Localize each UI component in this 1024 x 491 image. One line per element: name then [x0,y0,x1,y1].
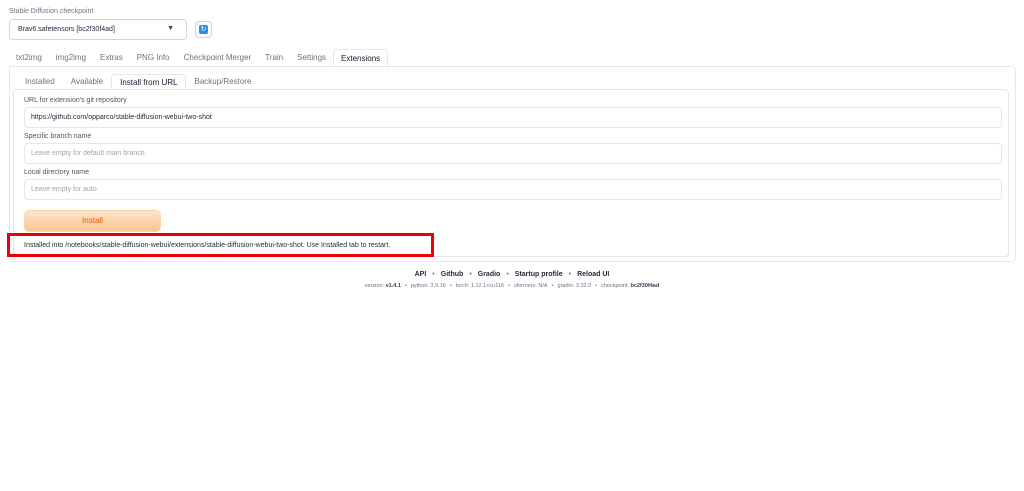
main-tabs: txt2img img2img Extras PNG Info Checkpoi… [9,49,389,67]
footer-separator: • [404,283,407,289]
directory-input[interactable]: Leave empty for auto [24,179,1002,200]
refresh-icon: ↻ [199,25,208,34]
xformers-version: xformers: N/A [513,283,548,289]
install-from-url-panel: URL for extension's git repository https… [13,89,1009,257]
url-input[interactable]: https://github.com/opparco/stable-diffus… [24,107,1002,128]
tab-txt2img[interactable]: txt2img [9,49,49,66]
branch-label: Specific branch name [24,133,92,140]
footer-separator: • [449,283,452,289]
version-value: v1.4.1 [385,283,401,289]
url-label: URL for extension's git repository [24,97,127,104]
footer-link-github[interactable]: Github [441,271,464,278]
tab-settings[interactable]: Settings [290,49,333,66]
tab-backup-restore[interactable]: Backup/Restore [186,74,259,90]
refresh-checkpoint-button[interactable]: ↻ [195,21,212,38]
branch-input[interactable]: Leave empty for default main branch [24,143,1002,164]
footer-version-info: version: v1.4.1 • python: 3.9.16 • torch: 1.… [0,283,1024,289]
tab-installed[interactable]: Installed [17,74,63,90]
directory-label: Local directory name [24,169,89,176]
checkpoint-dropdown[interactable]: Brav6.safetensors [bc2f30f4ad] ▼ [9,19,187,40]
footer-link-gradio[interactable]: Gradio [478,271,501,278]
tab-checkpoint-merger[interactable]: Checkpoint Merger [177,49,259,66]
footer-link-api[interactable]: API [415,271,427,278]
chevron-down-icon: ▼ [167,25,174,32]
footer-separator: • [506,271,509,278]
checkpoint-label: Stable Diffusion checkpoint [9,8,94,15]
install-button[interactable]: Install [24,210,161,232]
gradio-version: gradio: 3.32.0 [557,283,592,289]
checkpoint-label-footer: checkpoint: [601,283,629,289]
tab-extensions[interactable]: Extensions [333,49,389,66]
tab-train[interactable]: Train [258,49,290,66]
footer-separator: • [568,271,572,278]
tab-available[interactable]: Available [63,74,111,90]
footer-separator: • [469,271,472,278]
footer-separator: • [432,271,435,278]
python-version: python: 3.9.16 [410,283,446,289]
tab-png-info[interactable]: PNG Info [130,49,177,66]
footer-separator: • [508,283,510,289]
checkpoint-hash: bc2f30f4ad [630,283,660,289]
torch-version: torch: 1.12.1+cu116 [455,283,505,289]
footer-link-startup-profile[interactable]: Startup profile [515,271,563,278]
checkpoint-selected-value: Brav6.safetensors [bc2f30f4ad] [18,26,115,33]
footer-links: API • Github • Gradio • Startup profile • Reload… [0,271,1024,278]
extensions-sub-tabs: Installed Available Install from URL Bac… [17,74,259,90]
highlight-box [7,233,434,257]
tab-install-from-url[interactable]: Install from URL [111,74,187,90]
tab-extras[interactable]: Extras [93,49,130,66]
footer-separator: • [595,283,598,289]
footer-separator: • [551,283,554,289]
footer-link-reload-ui[interactable]: Reload UI [577,271,609,278]
tab-img2img[interactable]: img2img [49,49,93,66]
version-label: version: [364,283,385,289]
